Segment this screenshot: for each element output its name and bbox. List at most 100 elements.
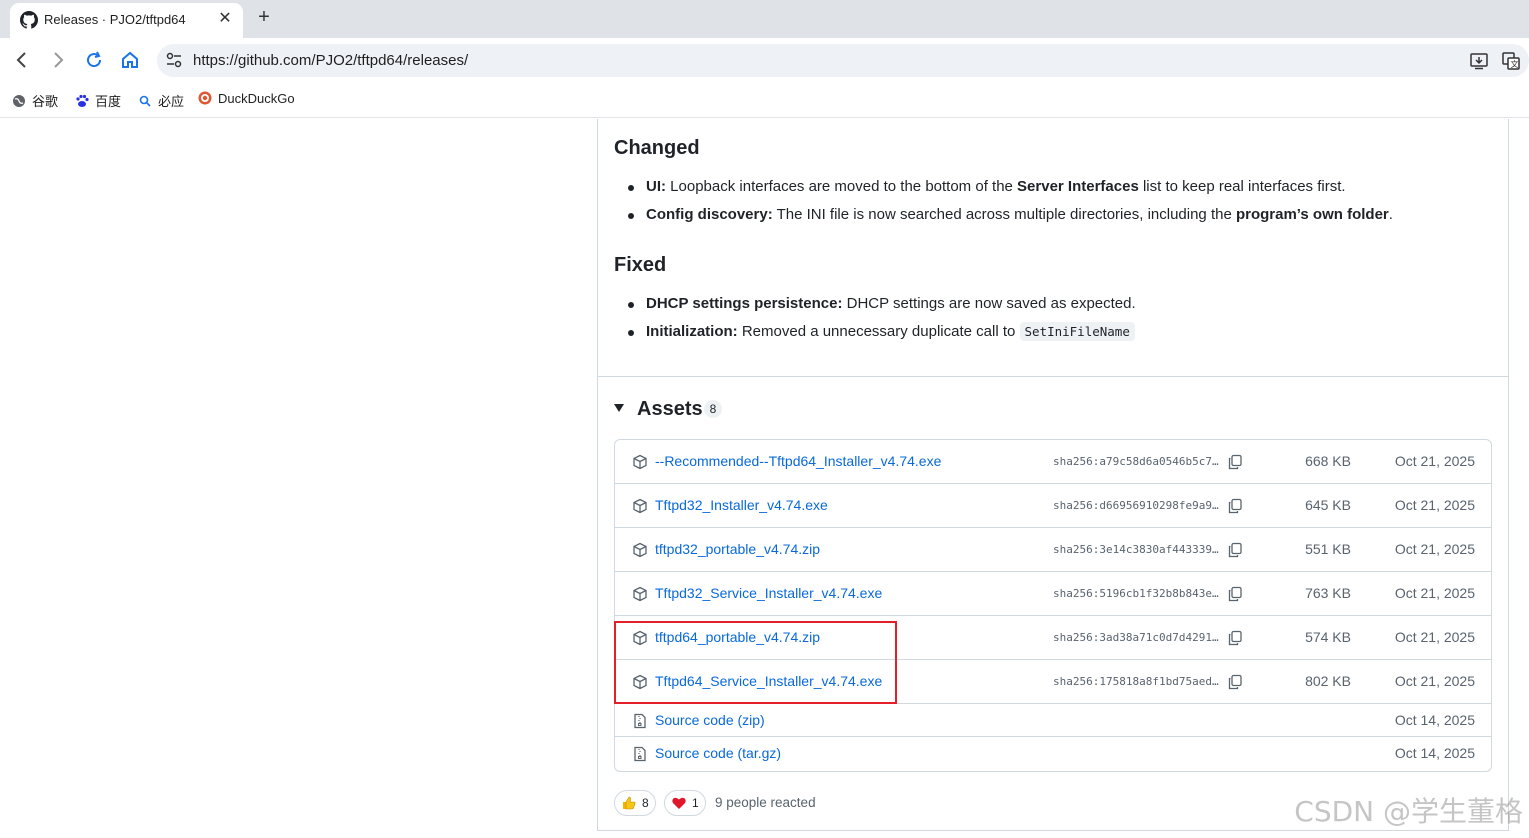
globe-icon: [13, 95, 25, 107]
assets-list: --Recommended--Tftpd64_Installer_v4.74.e…: [614, 439, 1492, 772]
heart-count: 1: [692, 796, 699, 810]
svg-text:文: 文: [1511, 59, 1519, 69]
bookmark-google[interactable]: 谷歌: [12, 91, 58, 109]
asset-sha256: sha256:d66956910298fe9a9…: [1053, 499, 1219, 512]
translate-icon[interactable]: 文: [1500, 50, 1522, 72]
asset-date: Oct 21, 2025: [1394, 629, 1475, 645]
copy-icon[interactable]: [1227, 674, 1243, 690]
inline-code: SetIniFileName: [1019, 322, 1135, 341]
copy-icon[interactable]: [1227, 498, 1243, 514]
assets-count-badge: 8: [704, 400, 722, 418]
address-bar[interactable]: https://github.com/PJO2/tftpd64/releases…: [157, 44, 1529, 77]
assets-title: Assets: [637, 398, 703, 420]
asset-size: 574 KB: [1305, 629, 1351, 645]
copy-icon[interactable]: [1227, 454, 1243, 470]
asset-sha256: sha256:175818a8f1bd75aed…: [1053, 675, 1219, 688]
tab-title: Releases · PJO2/tftpd64: [44, 12, 186, 27]
install-app-icon[interactable]: [1468, 50, 1490, 72]
asset-size: 551 KB: [1305, 541, 1351, 557]
site-settings-icon[interactable]: [165, 51, 183, 69]
copy-icon[interactable]: [1227, 630, 1243, 646]
asset-row: Tftpd32_Installer_v4.74.exe sha256:d66956…: [615, 484, 1491, 528]
home-icon[interactable]: [118, 48, 142, 72]
url-text[interactable]: https://github.com/PJO2/tftpd64/releases…: [193, 52, 468, 69]
bullet-text: Loopback interfaces are moved to the bot…: [666, 178, 1018, 195]
baidu-paw-icon: [76, 94, 89, 107]
caret-down-icon: [614, 404, 624, 412]
forward-icon[interactable]: [46, 48, 70, 72]
changed-item-ui: UI: Loopback interfaces are moved to the…: [628, 178, 1346, 195]
bookmark-duckduckgo[interactable]: DuckDuckGo: [198, 91, 295, 109]
source-code-label: Source code: [655, 712, 734, 728]
asset-date: Oct 21, 2025: [1394, 497, 1475, 513]
bookmark-label: 百度: [95, 94, 122, 109]
heart-icon: [672, 797, 686, 809]
copy-icon[interactable]: [1227, 586, 1243, 602]
package-icon: [632, 542, 648, 558]
bullet-bold: UI:: [646, 178, 666, 195]
asset-date: Oct 21, 2025: [1394, 673, 1475, 689]
bookmarks-bar: 谷歌 百度 必应 DuckDuckGo: [0, 82, 1529, 118]
fixed-item-init: Initialization: Removed a unnecessary du…: [628, 322, 1135, 341]
package-icon: [632, 586, 648, 602]
asset-download-link[interactable]: Tftpd32_Service_Installer_v4.74.exe: [655, 585, 882, 601]
source-code-ext: (zip): [737, 712, 765, 728]
asset-date: Oct 14, 2025: [1394, 745, 1475, 761]
tab-strip: Releases · PJO2/tftpd64 ✕ +: [0, 0, 1529, 38]
bullet-text: list to keep real interfaces first.: [1138, 178, 1346, 195]
github-icon: [20, 11, 38, 29]
bullet-text: The INI file is now searched across mult…: [772, 206, 1236, 223]
asset-date: Oct 21, 2025: [1394, 585, 1475, 601]
asset-download-link[interactable]: Tftpd32_Installer_v4.74.exe: [655, 497, 828, 513]
browser-tab-active[interactable]: Releases · PJO2/tftpd64 ✕: [10, 3, 243, 38]
bullet-bold: program’s own folder: [1235, 206, 1389, 223]
asset-row: Tftpd32_Service_Installer_v4.74.exe sha25…: [615, 572, 1491, 616]
reload-icon[interactable]: [82, 48, 106, 72]
asset-row: tftpd32_portable_v4.74.zip sha256:3e14c38…: [615, 528, 1491, 572]
duckduckgo-icon: [198, 91, 212, 105]
bookmark-bing[interactable]: 必应: [138, 91, 184, 109]
annotation-highlight-box: [614, 621, 897, 704]
bookmark-label: DuckDuckGo: [218, 91, 295, 106]
asset-size: 645 KB: [1305, 497, 1351, 513]
copy-icon[interactable]: [1227, 542, 1243, 558]
package-icon: [632, 498, 648, 514]
source-code-row: Source code (tar.gz) Oct 14, 2025: [615, 737, 1491, 770]
source-code-ext: (tar.gz): [737, 745, 782, 761]
reactions-summary: 9 people reacted: [715, 795, 816, 810]
package-icon: [632, 454, 648, 470]
bullet-text: Removed a unnecessary duplicate call to: [737, 323, 1020, 340]
fixed-item-dhcp: DHCP settings persistence: DHCP settings…: [628, 295, 1136, 312]
changed-item-config: Config discovery: The INI file is now se…: [628, 206, 1393, 223]
source-code-row: Source code (zip) Oct 14, 2025: [615, 704, 1491, 737]
asset-download-link[interactable]: --Recommended--Tftpd64_Installer_v4.74.e…: [655, 453, 941, 469]
asset-date: Oct 21, 2025: [1394, 453, 1475, 469]
close-tab-icon[interactable]: ✕: [215, 9, 235, 29]
csdn-watermark: CSDN @学生董格: [1294, 795, 1523, 828]
heart-reaction-button[interactable]: 1: [664, 790, 706, 816]
source-code-link[interactable]: Source code (zip): [655, 712, 765, 728]
asset-download-link[interactable]: tftpd32_portable_v4.74.zip: [655, 541, 820, 557]
bing-search-icon: [139, 95, 151, 107]
new-tab-button[interactable]: +: [253, 6, 275, 28]
thumbs-up-reaction-button[interactable]: 8: [614, 790, 656, 816]
asset-sha256: sha256:a79c58d6a0546b5c7…: [1053, 455, 1219, 468]
bullet-bold: Initialization:: [646, 323, 738, 340]
source-code-label: Source code: [655, 745, 734, 761]
asset-size: 802 KB: [1305, 673, 1351, 689]
bookmark-label: 必应: [158, 94, 185, 109]
asset-date: Oct 21, 2025: [1394, 541, 1475, 557]
asset-size: 668 KB: [1305, 453, 1351, 469]
bookmark-label: 谷歌: [32, 94, 59, 109]
release-divider: [598, 376, 1508, 377]
thumbs-up-icon: [623, 796, 636, 810]
asset-date: Oct 14, 2025: [1394, 712, 1475, 728]
source-code-link[interactable]: Source code (tar.gz): [655, 745, 781, 761]
back-icon[interactable]: [10, 48, 34, 72]
asset-row: --Recommended--Tftpd64_Installer_v4.74.e…: [615, 440, 1491, 484]
bookmark-baidu[interactable]: 百度: [75, 91, 121, 109]
asset-sha256: sha256:3e14c3830af443339…: [1053, 543, 1219, 556]
asset-sha256: sha256:5196cb1f32b8b843e…: [1053, 587, 1219, 600]
file-zip-icon: [632, 713, 648, 729]
asset-size: 763 KB: [1305, 585, 1351, 601]
